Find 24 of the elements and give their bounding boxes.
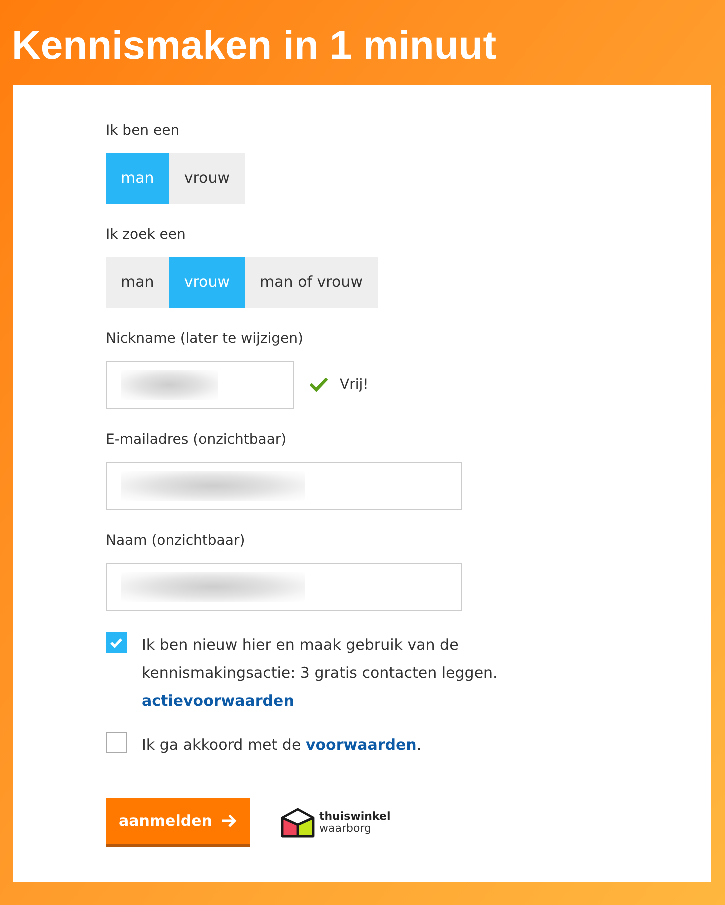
field-label: Ik ben een bbox=[106, 122, 180, 140]
option-button[interactable]: man bbox=[106, 257, 170, 308]
logo-text: thuiswinkel bbox=[319, 810, 391, 822]
input-field[interactable] bbox=[106, 462, 462, 510]
checkbox[interactable] bbox=[106, 632, 127, 653]
field-label: Ik zoek een bbox=[106, 226, 186, 244]
field-label: Naam (onzichtbaar) bbox=[106, 532, 246, 550]
checkbox-label: Ik ben nieuw hier en maak gebruik van de kennismakingsactie: 3 gratis contacten leggen. bbox=[142, 635, 499, 684]
option-button[interactable]: man of vrouw bbox=[244, 257, 378, 308]
checkbox[interactable] bbox=[106, 732, 127, 753]
field-label: E-mailadres (onzichtbaar) bbox=[106, 431, 287, 449]
status-text: Vrij! bbox=[340, 376, 369, 394]
input-field[interactable] bbox=[106, 361, 294, 409]
page-title: Kennismaken in 1 minuut bbox=[12, 23, 497, 70]
terms-link[interactable]: voorwaarden bbox=[306, 736, 417, 754]
input-field[interactable] bbox=[106, 563, 462, 611]
checkbox-label: Ik ga akkoord met de voorwaarden. bbox=[142, 735, 422, 756]
terms-link[interactable]: actievoorwaarden bbox=[142, 687, 294, 715]
house-logo-icon bbox=[281, 808, 316, 838]
tick-icon bbox=[110, 638, 123, 648]
option-button[interactable]: vrouw bbox=[169, 153, 245, 204]
logo-text: waarborg bbox=[319, 822, 372, 834]
arrow-right-icon bbox=[221, 814, 238, 828]
field-label: Nickname (later te wijzigen) bbox=[106, 330, 304, 348]
